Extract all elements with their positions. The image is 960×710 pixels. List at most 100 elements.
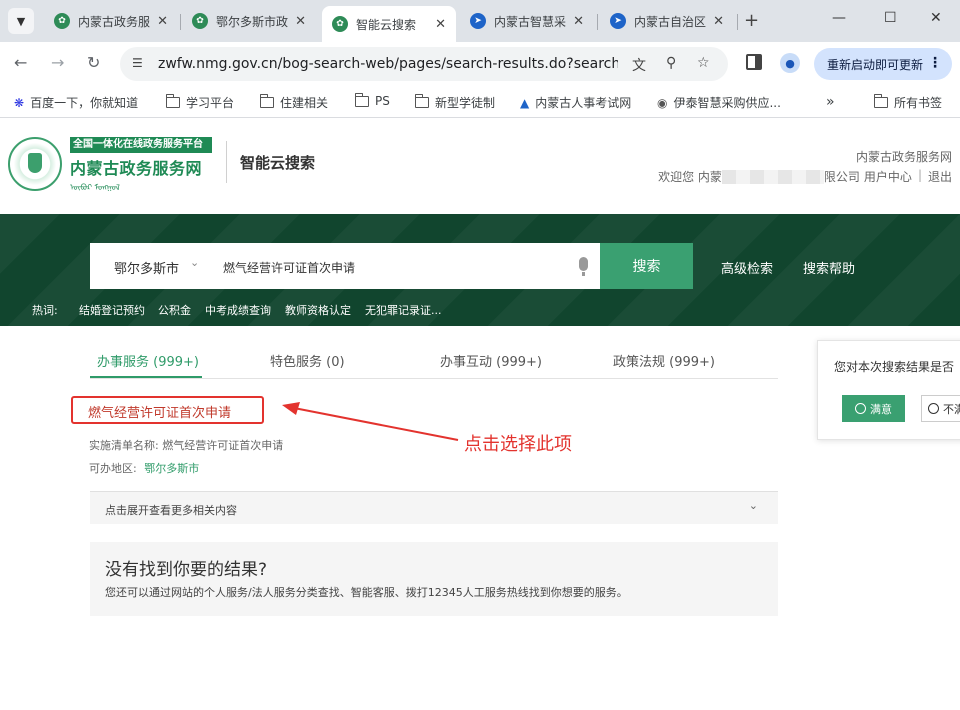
bookmark-procurement[interactable]: ◉ 伊泰智慧采购供应... [657,94,781,111]
bookmarks-bar: ❋ 百度一下，你就知道 学习平台 住建相关 PS 新型学徒制 ▲ 内蒙古人事考试… [0,86,960,118]
close-icon[interactable]: ✕ [713,14,724,29]
bookmark-star-icon[interactable]: ☆ [697,55,710,71]
hot-word-link[interactable]: 公积金 [158,302,191,318]
header-divider [226,141,227,183]
close-icon[interactable]: ✕ [157,14,168,29]
maximize-icon[interactable]: ☐ [884,10,897,26]
browser-tab-4[interactable]: ➤ 内蒙古智慧采 ✕ [460,6,594,36]
chevron-down-icon[interactable]: ⌄ [749,499,758,512]
bookmark-label: 内蒙古人事考试网 [535,96,632,110]
gov-favicon-icon: ✿ [192,13,208,29]
translate-icon[interactable]: 文 [632,55,646,75]
tab-interaction[interactable]: 办事互动 (999+) [440,351,542,370]
browser-tab-1[interactable]: ✿ 内蒙古政务服 ✕ [44,6,178,36]
bookmark-label: PS [375,94,390,108]
advanced-search-link[interactable]: 高级检索 [721,258,773,277]
tab-policy[interactable]: 政策法规 (999+) [613,351,715,370]
tab-search-button[interactable]: ▼ [8,8,34,34]
bookmark-baidu[interactable]: ❋ 百度一下，你就知道 [14,94,138,111]
hot-word-link[interactable]: 教师资格认定 [285,302,351,318]
browser-tab-2[interactable]: ✿ 鄂尔多斯市政 ✕ [182,6,316,36]
unsatisfied-label: 不满 [943,402,960,416]
menu-dots-icon[interactable]: ⋮ [928,55,942,71]
forward-arrow-icon[interactable]: → [51,53,64,72]
bookmark-folder[interactable]: 住建相关 [260,94,328,111]
more-bookmarks-chevron-icon[interactable]: » [826,94,835,110]
side-panel-icon[interactable] [746,54,762,70]
browser-tab-3-active[interactable]: ✿ 智能云搜索 ✕ [322,6,456,42]
all-bookmarks-folder[interactable]: 所有书签 [874,94,942,111]
browser-tab-5[interactable]: ➤ 内蒙古自治区 ✕ [600,6,734,36]
microphone-icon[interactable] [579,257,588,276]
search-band: 鄂尔多斯市 ⌄ 燃气经营许可证首次申请 搜索 高级检索 搜索帮助 热词: 结婚登… [0,214,960,326]
welcome-prefix: 欢迎您 内蒙 [658,170,722,184]
close-icon[interactable]: ✕ [295,14,306,29]
page-title: 智能云搜索 [240,154,316,172]
tab-separator [180,14,181,30]
tab-separator [737,14,738,30]
redacted-company-name [721,170,824,184]
feedback-panel: 您对本次搜索结果是否 满意 不满 [817,340,960,440]
user-center-link[interactable]: 用户中心 [864,168,912,186]
tab-title: 内蒙古自治区 [634,14,707,29]
logout-link[interactable]: 退出 [928,168,952,186]
bookmark-label: 新型学徒制 [435,96,496,110]
folder-icon [260,94,274,108]
site-header: 全国一体化在线政务服务平台 内蒙古政务服务网 ᠦᠪᠦᠷ ᠮᠣᠩᠭᠣᠯ 智能云搜索… [0,119,960,214]
procurement-favicon-icon: ➤ [470,13,486,29]
update-restart-button[interactable]: 重新启动即可更新 ⋮ [814,48,952,80]
procurement-favicon-icon: ➤ [610,13,626,29]
minimize-icon[interactable]: — [832,10,846,26]
reload-icon[interactable]: ↻ [87,53,100,72]
tab-title: 鄂尔多斯市政 [216,14,289,29]
search-help-link[interactable]: 搜索帮助 [803,258,855,277]
bookmark-exam[interactable]: ▲ 内蒙古人事考试网 [520,94,631,111]
expand-more-bar[interactable]: 点击展开查看更多相关内容 ⌄ [90,491,778,524]
close-icon[interactable]: ✕ [573,14,584,29]
site-info-icon[interactable]: ☰ [132,56,148,72]
profile-avatar-icon[interactable]: ● [780,53,800,73]
result-list-name: 实施清单名称: 燃气经营许可证首次申请 [89,437,283,453]
bookmark-label: 伊泰智慧采购供应... [673,96,781,110]
new-tab-icon[interactable]: + [744,10,759,31]
tab-featured[interactable]: 特色服务 (0) [270,351,345,370]
hot-word-link[interactable]: 结婚登记预约 [79,302,145,318]
exam-site-icon: ▲ [520,95,530,110]
satisfied-button[interactable]: 满意 [842,395,905,422]
search-button[interactable]: 搜索 [600,243,693,289]
satisfied-label: 满意 [870,402,892,416]
bookmark-folder[interactable]: 学习平台 [166,94,234,111]
search-input[interactable]: 燃气经营许可证首次申请 [223,259,355,276]
platform-banner: 全国一体化在线政务服务平台 [70,137,212,153]
region-select[interactable]: 鄂尔多斯市 [114,258,179,277]
close-icon[interactable]: ✕ [435,17,446,32]
folder-icon [874,94,888,108]
url-text[interactable]: zwfw.nmg.gov.cn/bog-search-web/pages/sea… [158,56,618,72]
address-bar[interactable]: ☰ zwfw.nmg.gov.cn/bog-search-web/pages/s… [120,47,728,81]
site-name-link[interactable]: 内蒙古政务服务网 [856,148,952,165]
site-logo-name[interactable]: 内蒙古政务服务网 [70,155,202,179]
zoom-icon[interactable]: ⚲ [666,55,676,71]
hot-word-link[interactable]: 无犯罪记录证... [365,302,442,318]
tab-separator [597,14,598,30]
unsatisfied-button[interactable]: 不满 [921,395,960,422]
back-arrow-icon[interactable]: ← [14,53,27,72]
list-name-value: 燃气经营许可证首次申请 [162,439,284,452]
area-value: 鄂尔多斯市 [144,462,200,475]
tab-services[interactable]: 办事服务 (999+) [97,351,199,370]
bookmark-label: 学习平台 [186,96,235,110]
feedback-question: 您对本次搜索结果是否 [834,360,955,374]
hot-word-link[interactable]: 中考成绩查询 [205,302,271,318]
gov-emblem-logo[interactable] [8,137,62,191]
bookmark-folder[interactable]: PS [355,92,390,108]
area-label: 可办地区: [89,462,137,475]
tab-title: 内蒙古政务服 [78,14,151,29]
bookmark-folder[interactable]: 新型学徒制 [415,94,495,111]
result-title-link[interactable]: 燃气经营许可证首次申请 [88,402,231,421]
tab-title: 智能云搜索 [356,17,417,32]
bookmark-label: 住建相关 [280,96,329,110]
chevron-down-icon[interactable]: ⌄ [190,256,199,269]
folder-icon [355,92,369,107]
divider: | [917,168,922,182]
window-close-icon[interactable]: ✕ [930,10,942,26]
